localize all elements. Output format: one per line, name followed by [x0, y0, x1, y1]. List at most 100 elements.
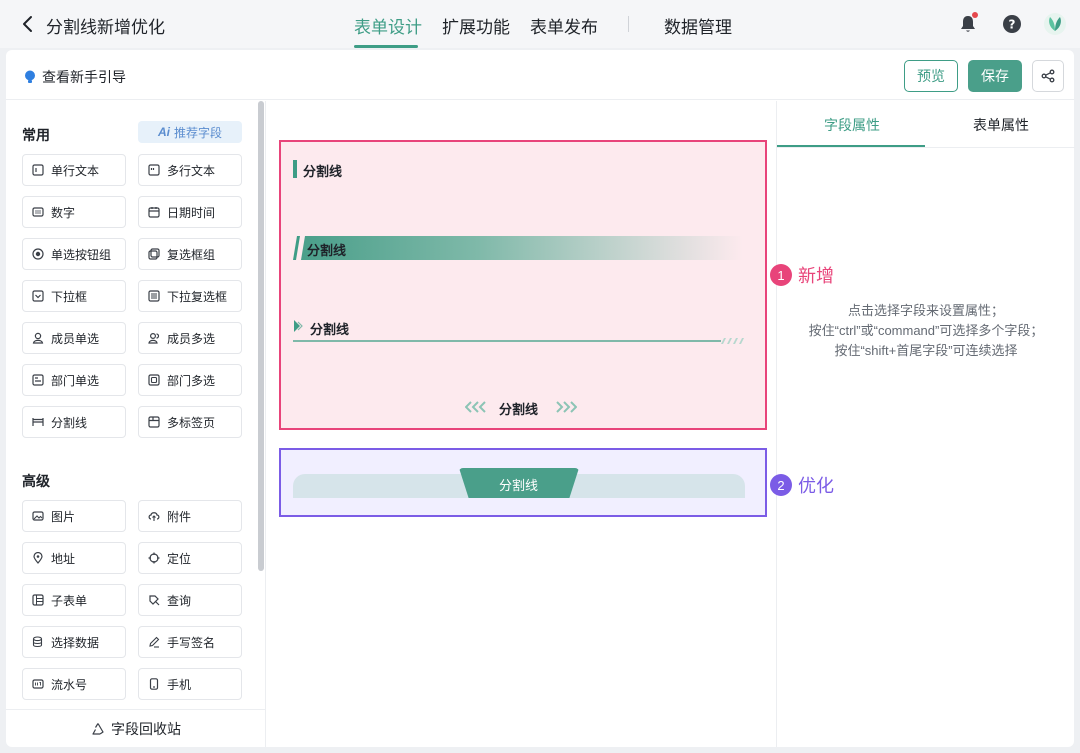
- active-tab-indicator: [777, 145, 925, 147]
- field-phone[interactable]: 手机: [138, 668, 242, 700]
- hint-line-3: 按住“shift+首尾字段”可连续选择: [834, 343, 1018, 358]
- guide-label: 查看新手引导: [42, 69, 126, 85]
- multi-line-text-icon: [148, 164, 160, 176]
- departments-icon: [148, 374, 160, 386]
- phone-icon: [149, 678, 159, 690]
- field-address[interactable]: 地址: [22, 542, 126, 574]
- field-multi-tabs[interactable]: 多标签页: [138, 406, 242, 438]
- pen-icon: [149, 636, 160, 648]
- properties-hint: 点击选择字段来设置属性； 按住“ctrl”或“command”可选择多个字段； …: [777, 301, 1075, 361]
- field-date-time[interactable]: 日期时间: [138, 196, 242, 228]
- divider-centered-chevrons[interactable]: 分割线: [281, 396, 765, 418]
- properties-panel: 字段属性 表单属性 点击选择字段来设置属性； 按住“ctrl”或“command…: [776, 101, 1075, 747]
- calendar-icon: [148, 207, 160, 218]
- field-multi-dropdown[interactable]: 下拉复选框: [138, 280, 242, 312]
- field-single-line-text[interactable]: 单行文本: [22, 154, 126, 186]
- field-number[interactable]: 数字: [22, 196, 126, 228]
- serial-number-icon: [32, 679, 44, 689]
- lightbulb-icon: [25, 70, 35, 83]
- optimized-divider-box[interactable]: 分割线: [279, 448, 767, 517]
- field-query[interactable]: 查询: [138, 584, 242, 616]
- divider-left-bar[interactable]: 分割线: [293, 158, 733, 180]
- hint-line-2: 按住“ctrl”或“command”可选择多个字段；: [808, 323, 1044, 338]
- field-signature[interactable]: 手写签名: [138, 626, 242, 658]
- field-serial-number[interactable]: 流水号: [22, 668, 126, 700]
- divider-icon: [32, 418, 44, 426]
- banner-gradient: [301, 236, 743, 260]
- subform-icon: [32, 594, 44, 606]
- svg-text:?: ?: [1009, 18, 1016, 32]
- crosshair-icon: [148, 552, 160, 564]
- callout-optimize: 2 优化: [770, 472, 834, 498]
- tab-form-properties[interactable]: 表单属性: [973, 115, 1029, 135]
- dropdown-icon: [32, 290, 44, 302]
- underline-dashes-icon: [721, 338, 744, 344]
- tab-form-design[interactable]: 表单设计: [354, 13, 422, 38]
- new-dividers-box[interactable]: 分割线 分割线 分割线 分割线: [279, 140, 767, 430]
- callout-optimize-number: 2: [770, 474, 792, 496]
- underline: [293, 340, 721, 342]
- common-section-title: 常用: [22, 127, 50, 143]
- field-multi-line-text[interactable]: 多行文本: [138, 154, 242, 186]
- ai-recommend-label: 推荐字段: [173, 125, 222, 140]
- recycle-label: 字段回收站: [111, 720, 181, 737]
- tab-divider: [628, 16, 629, 32]
- field-radio-group[interactable]: 单选按钮组: [22, 238, 126, 270]
- left-bar-accent: [293, 160, 297, 178]
- field-department-single[interactable]: 部门单选: [22, 364, 126, 396]
- preview-button[interactable]: 预览: [904, 60, 958, 92]
- member-icon: [32, 332, 44, 344]
- field-image[interactable]: 图片: [22, 500, 126, 532]
- back-button[interactable]: [16, 12, 38, 36]
- save-button[interactable]: 保存: [968, 60, 1022, 92]
- field-member-single[interactable]: 成员单选: [22, 322, 126, 354]
- callout-new-label: 新增: [798, 266, 834, 286]
- logo-button[interactable]: [1043, 12, 1067, 36]
- tab-extensions[interactable]: 扩展功能: [442, 13, 510, 38]
- checkbox-icon: [148, 248, 160, 260]
- hint-line-1: 点击选择字段来设置属性；: [847, 303, 1004, 318]
- field-positioning[interactable]: 定位: [138, 542, 242, 574]
- palette-scrollbar[interactable]: [258, 101, 264, 571]
- toolbar: 查看新手引导 预览 保存: [6, 50, 1074, 100]
- field-select-data[interactable]: 选择数据: [22, 626, 126, 658]
- field-divider[interactable]: 分割线: [22, 406, 126, 438]
- field-dropdown[interactable]: 下拉框: [22, 280, 126, 312]
- advanced-section-title: 高级: [22, 473, 50, 489]
- tab-field-properties[interactable]: 字段属性: [824, 115, 880, 135]
- tabs-icon: [148, 416, 160, 428]
- radio-icon: [32, 248, 44, 260]
- help-button[interactable]: ?: [1000, 12, 1024, 36]
- field-subform[interactable]: 子表单: [22, 584, 126, 616]
- editor-card: 查看新手引导 预览 保存 常用 Ai 推荐字段 单行文本 多行文本 数字 日期时…: [6, 50, 1075, 747]
- tab-data-management[interactable]: 数据管理: [664, 13, 732, 38]
- double-chevron-right-icon: [294, 320, 303, 332]
- location-pin-icon: [33, 552, 43, 564]
- field-palette: 常用 Ai 推荐字段 单行文本 多行文本 数字 日期时间 单选按钮组 复选框组: [6, 101, 266, 747]
- top-bar: 分割线新增优化 表单设计 扩展功能 表单发布 数据管理 ?: [0, 0, 1080, 48]
- active-tab-underline: [354, 45, 418, 48]
- help-icon: ?: [1003, 15, 1021, 33]
- share-icon: [1041, 69, 1055, 83]
- ai-badge: Ai: [157, 125, 170, 139]
- field-attachment[interactable]: 附件: [138, 500, 242, 532]
- ai-recommend-button[interactable]: Ai 推荐字段: [138, 121, 242, 143]
- field-member-multi[interactable]: 成员多选: [138, 322, 242, 354]
- callout-new-number: 1: [770, 264, 792, 286]
- share-button[interactable]: [1032, 60, 1064, 92]
- recycle-icon: [92, 722, 104, 735]
- optimized-divider[interactable]: 分割线: [293, 458, 745, 502]
- onboarding-guide-link[interactable]: 查看新手引导: [24, 67, 126, 87]
- attachment-icon: [148, 512, 160, 521]
- callout-optimize-label: 优化: [798, 476, 834, 496]
- field-recycle-bin-button[interactable]: 字段回收站: [6, 709, 265, 747]
- department-icon: [32, 374, 44, 386]
- callout-new: 1 新增: [770, 262, 834, 288]
- notification-button[interactable]: [956, 12, 980, 36]
- divider-arrow-underline[interactable]: 分割线: [293, 317, 745, 345]
- divider-gradient-banner[interactable]: 分割线: [293, 235, 743, 261]
- field-department-multi[interactable]: 部门多选: [138, 364, 242, 396]
- image-icon: [32, 511, 44, 521]
- tab-publish[interactable]: 表单发布: [530, 13, 598, 38]
- field-checkbox-group[interactable]: 复选框组: [138, 238, 242, 270]
